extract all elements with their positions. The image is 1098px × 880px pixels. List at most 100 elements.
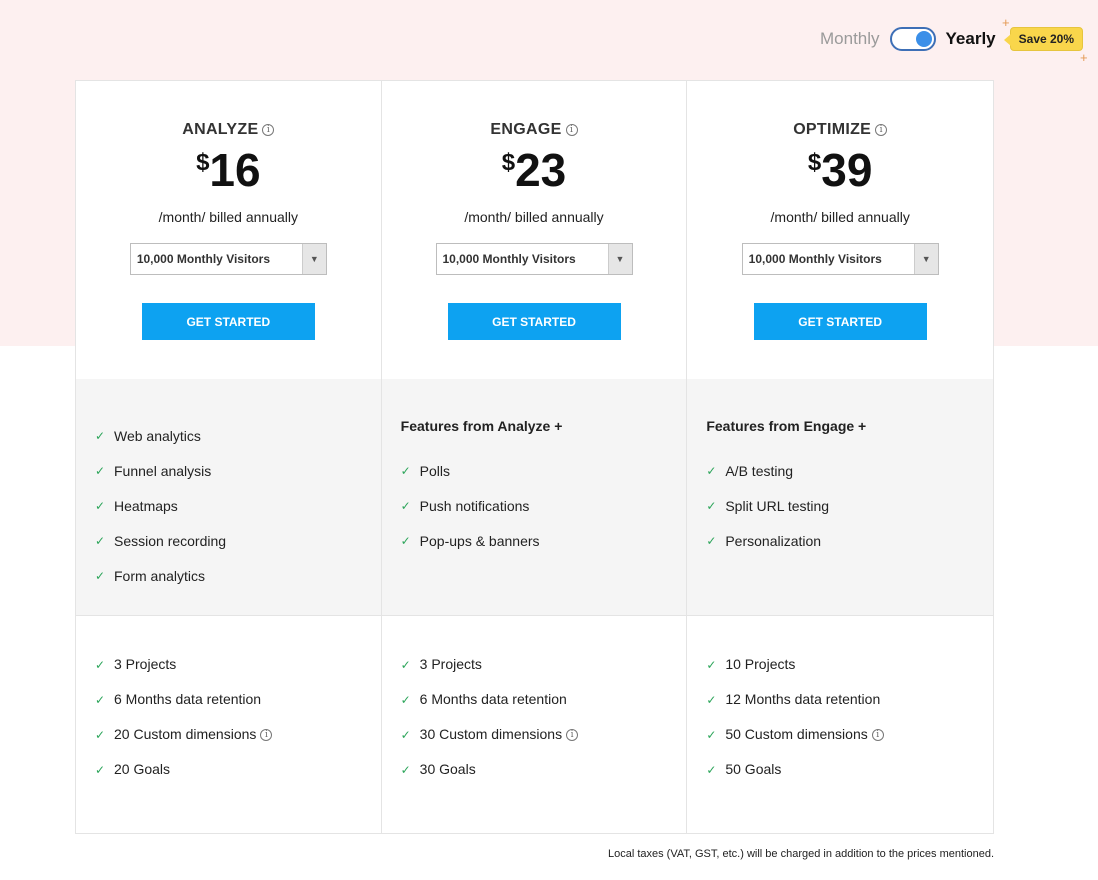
price-currency: $ xyxy=(501,149,516,176)
info-icon[interactable]: i xyxy=(260,729,273,741)
plan-price: $ 39 xyxy=(808,145,873,195)
feature-item: ✓ Polls xyxy=(401,453,687,488)
info-icon[interactable]: i xyxy=(875,124,888,136)
billing-switch[interactable] xyxy=(889,27,936,51)
feature-item: ✓ Web analytics xyxy=(95,418,381,453)
limit-item: ✓ 30 Custom dimensions i xyxy=(401,727,687,762)
plan-header: ENGAGE i $ 23 /month/ billed annually 10… xyxy=(382,81,687,379)
check-icon: ✓ xyxy=(400,693,411,707)
plan-name: ANALYZE i xyxy=(182,121,275,139)
limit-label: 3 Projects xyxy=(419,656,482,672)
plan-card-optimize: OPTIMIZE i $ 39 /month/ billed annually … xyxy=(687,81,994,833)
check-icon: ✓ xyxy=(706,533,717,548)
limit-label: 10 Projects xyxy=(725,656,796,672)
get-started-button[interactable]: GET STARTED xyxy=(141,303,315,340)
check-icon: ✓ xyxy=(706,658,717,672)
check-icon: ✓ xyxy=(400,463,411,478)
check-icon: ✓ xyxy=(706,693,717,707)
check-icon: ✓ xyxy=(95,763,106,777)
check-icon: ✓ xyxy=(706,463,717,478)
plan-limits: ✓ 10 Projects ✓ 12 Months data retention ✓… xyxy=(687,616,993,833)
sparkle-icon: + xyxy=(1080,50,1088,65)
plan-features: ✓ Web analytics ✓ Funnel analysis ✓ Heatmap… xyxy=(76,379,381,616)
tax-note: Local taxes (VAT, GST, etc.) will be cha… xyxy=(607,848,994,860)
plan-card-engage: ENGAGE i $ 23 /month/ billed annually 10… xyxy=(381,81,688,833)
chevron-down-icon: ▼ xyxy=(913,244,938,274)
feature-label: Form analytics xyxy=(114,567,206,584)
check-icon: ✓ xyxy=(706,498,717,513)
info-icon[interactable]: i xyxy=(565,124,578,136)
feature-item: ✓ Heatmaps xyxy=(95,488,381,523)
pricing-plans: ANALYZE i $ 16 /month/ billed annually 1… xyxy=(75,80,994,834)
feature-label: Web analytics xyxy=(114,427,201,444)
feature-label: Personalization xyxy=(725,532,822,549)
visitors-select[interactable]: 10,000 Monthly Visitors ▼ xyxy=(129,243,327,275)
billing-monthly-label[interactable]: Monthly xyxy=(820,29,880,49)
features-intro: Features from Analyze + xyxy=(400,418,563,434)
feature-label: A/B testing xyxy=(725,462,794,479)
limit-label: 20 Goals xyxy=(114,761,171,777)
billing-yearly-label[interactable]: Yearly xyxy=(946,29,996,49)
info-icon[interactable]: i xyxy=(262,124,275,136)
feature-item: ✓ Pop-ups & banners xyxy=(401,523,687,558)
limit-label: 6 Months data retention xyxy=(419,691,567,707)
visitors-select-value: 10,000 Monthly Visitors xyxy=(442,252,576,266)
check-icon: ✓ xyxy=(400,658,411,672)
limit-item: ✓ 50 Goals xyxy=(706,762,993,797)
sparkle-icon: + xyxy=(1002,15,1010,30)
plan-price: $ 23 xyxy=(502,145,567,195)
plan-features: Features from Analyze + ✓ Polls ✓ Push not… xyxy=(381,379,687,616)
billing-toggle: Monthly Yearly Save 20% xyxy=(820,26,1084,52)
check-icon: ✓ xyxy=(95,568,106,583)
visitors-select[interactable]: 10,000 Monthly Visitors ▼ xyxy=(435,243,633,275)
visitors-select-value: 10,000 Monthly Visitors xyxy=(136,252,270,266)
check-icon: ✓ xyxy=(95,658,106,672)
plan-name-text: OPTIMIZE xyxy=(793,121,872,138)
info-icon[interactable]: i xyxy=(871,729,884,741)
limit-label: 20 Custom dimensions xyxy=(114,726,257,742)
price-amount: 23 xyxy=(515,144,567,196)
feature-item: ✓ A/B testing xyxy=(706,453,993,488)
check-icon: ✓ xyxy=(95,693,106,707)
feature-item: ✓ Personalization xyxy=(706,523,993,558)
billing-period: /month/ billed annually xyxy=(158,209,298,225)
feature-label: Heatmaps xyxy=(114,497,178,514)
limit-item: ✓ 3 Projects xyxy=(401,657,687,692)
limit-item: ✓ 30 Goals xyxy=(401,762,687,797)
plan-header: ANALYZE i $ 16 /month/ billed annually 1… xyxy=(76,81,381,379)
get-started-button[interactable]: GET STARTED xyxy=(753,303,927,340)
plan-name-text: ANALYZE xyxy=(182,121,259,138)
chevron-down-icon: ▼ xyxy=(607,244,632,274)
limit-label: 50 Goals xyxy=(725,761,782,777)
limit-item: ✓ 6 Months data retention xyxy=(95,692,381,727)
feature-item: ✓ Form analytics xyxy=(95,558,381,593)
plan-price: $ 16 xyxy=(196,145,261,195)
visitors-select[interactable]: 10,000 Monthly Visitors ▼ xyxy=(741,243,939,275)
price-currency: $ xyxy=(196,149,210,176)
check-icon: ✓ xyxy=(400,763,411,777)
check-icon: ✓ xyxy=(400,728,411,742)
limit-item: ✓ 3 Projects xyxy=(95,657,381,692)
price-amount: 16 xyxy=(209,144,261,196)
plan-name: ENGAGE i xyxy=(490,121,578,139)
feature-label: Funnel analysis xyxy=(114,462,212,479)
feature-label: Polls xyxy=(419,462,451,479)
plan-card-analyze: ANALYZE i $ 16 /month/ billed annually 1… xyxy=(76,81,382,833)
check-icon: ✓ xyxy=(95,498,106,513)
plan-limits: ✓ 3 Projects ✓ 6 Months data retention ✓ 30… xyxy=(382,616,687,833)
billing-period: /month/ billed annually xyxy=(464,209,604,225)
limit-item: ✓ 50 Custom dimensions i xyxy=(706,727,993,762)
features-intro: Features from Engage + xyxy=(706,418,867,434)
get-started-button[interactable]: GET STARTED xyxy=(447,303,621,340)
feature-item: ✓ Funnel analysis xyxy=(95,453,381,488)
limit-item: ✓ 10 Projects xyxy=(706,657,993,692)
plan-name-text: ENGAGE xyxy=(490,121,562,138)
price-currency: $ xyxy=(807,149,822,176)
limit-label: 6 Months data retention xyxy=(114,691,262,707)
chevron-down-icon: ▼ xyxy=(301,244,326,274)
info-icon[interactable]: i xyxy=(566,729,579,741)
feature-item: ✓ Split URL testing xyxy=(706,488,993,523)
limit-item: ✓ 6 Months data retention xyxy=(401,692,687,727)
save-badge: Save 20% xyxy=(1003,27,1084,51)
feature-item: ✓ Session recording xyxy=(95,523,381,558)
